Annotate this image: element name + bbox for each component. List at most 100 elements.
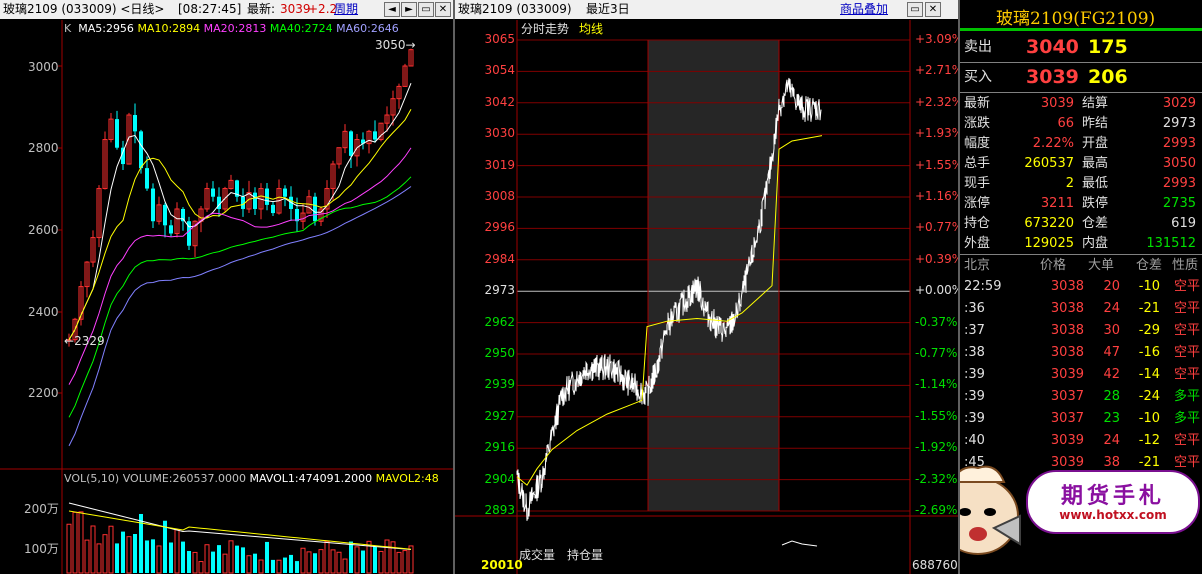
kaxis-2800: 2800: [28, 141, 59, 155]
volume-bar: [313, 553, 317, 573]
tick-nature: 空平: [1174, 279, 1201, 294]
volume-bar: [222, 553, 228, 574]
stats-label: 内盘: [1082, 236, 1109, 251]
vol-header: VOL(5,10) VOLUME:260537.0000 MAVOL1:4740…: [64, 472, 439, 485]
candle-body: [271, 204, 275, 214]
intraday-price-tick: 3042: [484, 94, 515, 109]
intraday-pct-tick: -1.55%: [915, 408, 958, 423]
volume-bar: [198, 561, 204, 574]
tick-row[interactable]: :39 3039 42 -14 空平: [960, 365, 1202, 385]
divider: [960, 92, 1202, 93]
intraday-price-tick: 3019: [484, 157, 515, 172]
stats-value: 2993: [1162, 136, 1196, 151]
volume-bar: [258, 559, 264, 574]
watermark-text: 期货手札: [1060, 483, 1165, 509]
stats-value: 260537: [1024, 156, 1074, 171]
intraday-price-tick: 3030: [484, 126, 515, 141]
tick-row[interactable]: :40 3039 24 -12 空平: [960, 431, 1202, 451]
tick-qty: 23: [1103, 411, 1120, 426]
ma-line-40: [68, 176, 412, 418]
tick-qty: 24: [1103, 433, 1120, 448]
ma-line-10: [68, 109, 412, 340]
tick-qty: 28: [1103, 389, 1120, 404]
stats-label: 昨结: [1082, 116, 1109, 131]
tick-price: 3037: [1050, 411, 1084, 426]
tick-qty: 24: [1103, 301, 1120, 316]
volume-bar: [241, 547, 245, 573]
candle-body: [349, 131, 353, 156]
mavol2-line: [68, 510, 412, 550]
intraday-price-tick: 2916: [484, 440, 515, 455]
intraday-panel[interactable]: 玻璃2109 (033009) 最近3日 商品叠加 ▭ ✕ 分时走势 均线 30…: [455, 0, 960, 574]
intraday-pct-tick: +1.16%: [915, 189, 960, 203]
volume-bar: [90, 525, 96, 574]
stats-value: 3050: [1162, 156, 1196, 171]
tick-row[interactable]: :37 3038 30 -29 空平: [960, 321, 1202, 341]
low-marker: ←2329: [64, 334, 105, 348]
stats-row: 外盘 129025 内盘 131512: [960, 234, 1202, 254]
intraday-pct-tick: +0.00%: [915, 283, 960, 298]
intraday-pct-tick: -1.14%: [915, 377, 958, 392]
volume-bar: [336, 551, 342, 574]
tick-qty: 30: [1103, 323, 1120, 338]
stats-label: 结算: [1082, 96, 1109, 111]
volume-bar: [204, 544, 210, 574]
volume-bar: [289, 554, 293, 573]
stats-value: 619: [1171, 216, 1196, 231]
volume-bar: [84, 539, 90, 574]
volume-bar: [96, 543, 102, 574]
candle-body: [145, 168, 149, 189]
divider: [960, 62, 1202, 63]
intraday-price-tick: 2939: [484, 377, 515, 392]
candle-body: [211, 188, 215, 197]
volume-bar: [228, 540, 234, 574]
intraday-pct-tick: +1.93%: [915, 126, 960, 141]
tick-oi-change: -16: [1138, 345, 1160, 360]
stats-value: 2973: [1162, 116, 1196, 131]
volume-bar: [318, 549, 324, 574]
tick-price: 3039: [1050, 433, 1084, 448]
intraday-price-tick: 2893: [484, 503, 515, 517]
stats-label: 最高: [1082, 156, 1109, 171]
mascot-image: [960, 454, 1024, 566]
intraday-chart[interactable]: [455, 0, 958, 574]
tick-row[interactable]: :39 3037 28 -24 多平: [960, 387, 1202, 407]
volume-bar: [192, 551, 198, 574]
ma-line-60: [68, 186, 412, 447]
daily-kline-panel[interactable]: 玻璃2109 (033009) <日线> [08:27:45] 最新: 3039…: [0, 0, 455, 574]
stats-label: 最新: [964, 96, 991, 111]
candle-body: [313, 196, 317, 222]
intraday-pct-tick: -2.69%: [915, 503, 958, 517]
volume-bar: [276, 559, 282, 574]
stats-value: 3211: [1040, 196, 1074, 211]
intraday-price-tick: 2973: [484, 283, 515, 298]
kline-chart[interactable]: [0, 0, 453, 574]
candle-body: [373, 131, 377, 140]
candle-body: [139, 131, 143, 169]
tick-oi-change: -29: [1138, 323, 1160, 338]
stats-label: 总手: [964, 156, 991, 171]
divider: [960, 254, 1202, 255]
watermark-url: www.hotxx.com: [1059, 508, 1167, 522]
stats-label: 仓差: [1082, 216, 1109, 231]
open-interest-label: 持仓量: [567, 548, 604, 562]
intraday-price-tick: 2984: [484, 251, 515, 266]
tick-row[interactable]: :36 3038 24 -21 空平: [960, 299, 1202, 319]
volume-bar: [342, 558, 348, 574]
tick-time: :39: [964, 389, 985, 404]
tick-oi-change: -14: [1138, 367, 1160, 382]
tick-row[interactable]: 22:59 3038 20 -10 空平: [960, 277, 1202, 297]
volume-bar: [181, 541, 185, 573]
stats-row: 涨跌 66 昨结 2973: [960, 114, 1202, 134]
tick-row[interactable]: :39 3037 23 -10 多平: [960, 409, 1202, 429]
kaxis-2600: 2600: [28, 223, 59, 237]
candle-body: [253, 192, 257, 209]
volume-bar: [102, 534, 108, 574]
tick-qty: 20: [1103, 279, 1120, 294]
candle-body: [133, 115, 137, 132]
mavol1-line: [68, 502, 412, 550]
intraday-pct-tick: -2.32%: [915, 471, 958, 486]
tick-row[interactable]: :38 3038 47 -16 空平: [960, 343, 1202, 363]
volume-bar: [402, 550, 408, 574]
session-shade: [648, 40, 779, 511]
